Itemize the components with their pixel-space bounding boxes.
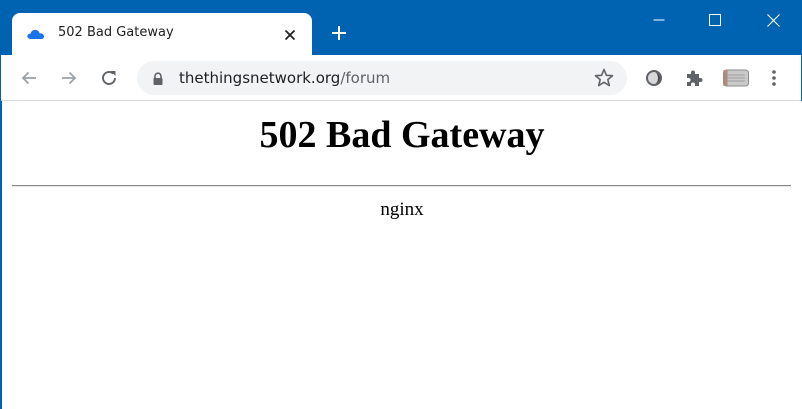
- title-bar: 502 Bad Gateway: [1, 1, 801, 55]
- cloud-icon: [26, 26, 46, 42]
- browser-toolbar: thethingsnetwork.org/forum: [1, 55, 801, 101]
- address-bar[interactable]: thethingsnetwork.org/forum: [137, 61, 627, 95]
- plus-icon[interactable]: [327, 21, 351, 45]
- reload-icon[interactable]: [95, 64, 123, 92]
- divider: [12, 185, 791, 187]
- error-heading: 502 Bad Gateway: [259, 114, 545, 156]
- url-text[interactable]: thethingsnetwork.org/forum: [179, 69, 390, 87]
- profile-avatar-icon[interactable]: [719, 64, 753, 92]
- browser-window: 502 Bad Gateway thethingsnetwork.org/for…: [0, 0, 802, 409]
- minimize-icon[interactable]: [631, 1, 687, 39]
- extension-circle-icon[interactable]: [640, 64, 668, 92]
- arrow-right-icon[interactable]: [55, 64, 83, 92]
- kebab-menu-icon[interactable]: [760, 64, 788, 92]
- url-path: /forum: [340, 69, 391, 87]
- page-content: 502 Bad Gateway nginx: [2, 101, 802, 409]
- maximize-icon[interactable]: [687, 1, 743, 39]
- arrow-left-icon[interactable]: [15, 64, 43, 92]
- tab-close-icon[interactable]: [280, 25, 300, 45]
- url-host: thethingsnetwork.org: [179, 69, 341, 87]
- active-tab[interactable]: 502 Bad Gateway: [12, 13, 312, 55]
- server-name: nginx: [380, 199, 424, 220]
- tab-title: 502 Bad Gateway: [58, 25, 174, 40]
- star-icon[interactable]: [593, 67, 615, 89]
- puzzle-icon[interactable]: [680, 64, 708, 92]
- close-icon[interactable]: [745, 1, 801, 39]
- lock-icon[interactable]: [151, 71, 165, 85]
